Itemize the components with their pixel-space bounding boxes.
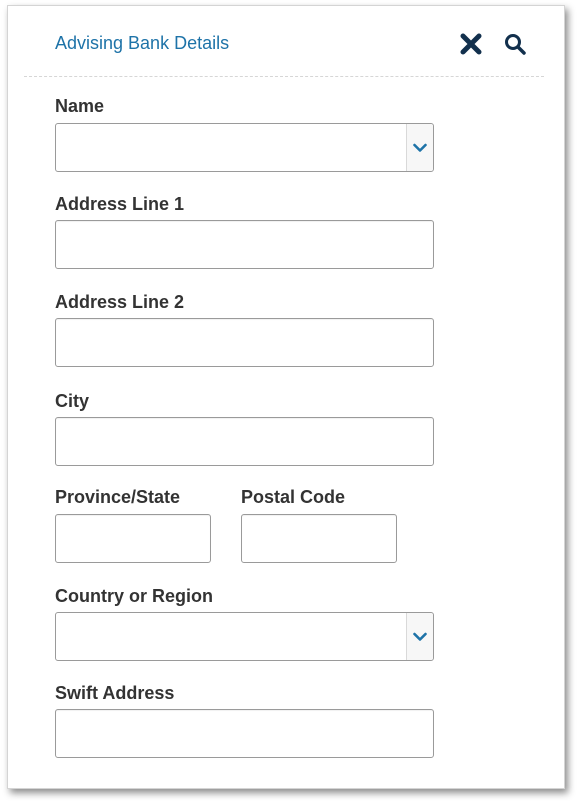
swift-address-input[interactable] [55, 709, 434, 758]
province-state-input[interactable] [55, 514, 211, 563]
address-line-2-input[interactable] [55, 318, 434, 367]
chevron-down-icon [413, 143, 427, 152]
search-button[interactable] [503, 32, 527, 56]
country-or-region-select[interactable] [55, 612, 434, 661]
advising-bank-details-panel: Advising Bank Details Name Address Line … [7, 5, 565, 789]
name-select-toggle[interactable] [406, 124, 433, 171]
address-line-1-input[interactable] [55, 220, 434, 269]
name-select[interactable] [55, 123, 434, 172]
name-label: Name [55, 96, 105, 116]
address-line-2-label: Address Line 2 [55, 292, 185, 312]
country-or-region-label: Country or Region [55, 586, 213, 606]
close-x-icon [460, 33, 482, 55]
postal-code-input[interactable] [241, 514, 397, 563]
panel-header: Advising Bank Details [8, 6, 564, 78]
country-or-region-toggle[interactable] [406, 613, 433, 660]
close-button[interactable] [459, 32, 483, 56]
chevron-down-icon [413, 632, 427, 641]
city-input[interactable] [55, 417, 434, 466]
swift-address-label: Swift Address [55, 683, 175, 703]
header-divider [24, 76, 544, 77]
panel-title: Advising Bank Details [55, 33, 230, 53]
postal-code-label: Postal Code [241, 487, 346, 507]
city-label: City [55, 391, 90, 411]
province-state-label: Province/State [55, 487, 181, 507]
search-icon [505, 34, 526, 55]
address-line-1-label: Address Line 1 [55, 194, 185, 214]
